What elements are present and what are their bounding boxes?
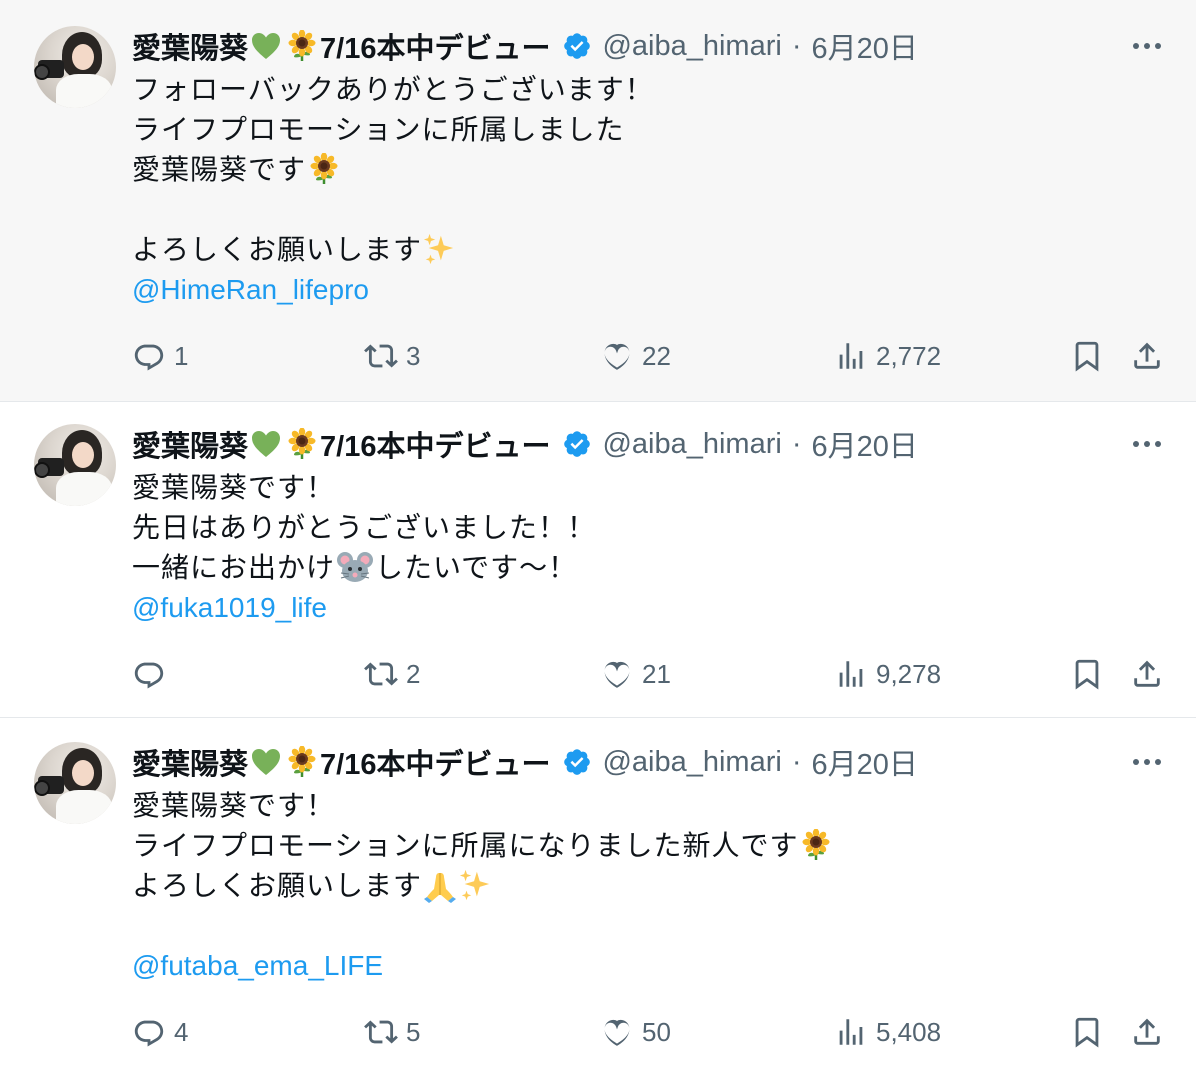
views-button[interactable]: 2,772: [834, 336, 941, 376]
sunflower-emoji: [286, 746, 318, 778]
tweet-header: 愛葉陽葵 7/16本中デビュー @aiba_himari · 6月20日: [132, 742, 918, 782]
views-icon: [834, 339, 868, 373]
green-heart-emoji: [250, 31, 282, 61]
bookmark-icon: [1070, 339, 1104, 373]
mouse-emoji: [335, 551, 375, 583]
retweet-icon: [364, 1015, 398, 1049]
reply-icon: [132, 1015, 166, 1049]
display-name-suffix[interactable]: 7/16本中デビュー: [320, 423, 550, 465]
text-line: よろしくお願いします: [132, 866, 1112, 906]
share-button[interactable]: [1130, 654, 1164, 694]
share-icon: [1130, 1015, 1164, 1049]
sparkles-emoji: [422, 232, 456, 266]
bookmark-button[interactable]: [1070, 336, 1104, 376]
tweet-header: 愛葉陽葵 7/16本中デビュー @aiba_himari · 6月20日: [132, 424, 918, 464]
tweet-header: 愛葉陽葵 7/16本中デビュー @aiba_himari · 6月20日: [132, 26, 918, 66]
retweet-button[interactable]: 3: [364, 336, 420, 376]
more-icon[interactable]: [1132, 429, 1162, 459]
text-line: 愛葉陽葵です: [132, 150, 1112, 190]
separator: ·: [791, 29, 802, 62]
display-name[interactable]: 愛葉陽葵: [132, 741, 248, 783]
handle[interactable]: @aiba_himari: [602, 428, 781, 461]
tweet-text: 愛葉陽葵です！ ライフプロモーションに所属になりました新人です よろしくお願いし…: [132, 786, 1112, 986]
text-line: 愛葉陽葵です！: [132, 472, 336, 503]
action-bar: 2 21 9,278: [132, 654, 1172, 694]
more-icon[interactable]: [1132, 747, 1162, 777]
tweet-card[interactable]: 愛葉陽葵 7/16本中デビュー @aiba_himari · 6月20日 フォロ…: [0, 0, 1196, 402]
timestamp[interactable]: 6月20日: [812, 423, 918, 465]
retweet-button[interactable]: 2: [364, 654, 420, 694]
tweet-card[interactable]: 愛葉陽葵 7/16本中デビュー @aiba_himari · 6月20日 愛葉陽…: [0, 402, 1196, 718]
reply-button[interactable]: [132, 654, 174, 694]
like-icon: [600, 657, 634, 691]
bookmark-icon: [1070, 1015, 1104, 1049]
like-icon: [600, 1015, 634, 1049]
mention-link[interactable]: @HimeRan_lifepro: [132, 270, 1112, 310]
like-button[interactable]: 22: [600, 336, 671, 376]
green-heart-emoji: [250, 747, 282, 777]
retweet-button[interactable]: 5: [364, 1012, 420, 1052]
tweet-text: フォローバックありがとうございます！ ライフプロモーションに所属しました 愛葉陽…: [132, 70, 1112, 310]
text-line: 一緒にお出かけ したいです〜！: [132, 551, 578, 583]
avatar[interactable]: [34, 742, 116, 824]
retweet-icon: [364, 657, 398, 691]
reply-button[interactable]: 1: [132, 336, 188, 376]
views-icon: [834, 1015, 868, 1049]
display-name-suffix[interactable]: 7/16本中デビュー: [320, 25, 550, 67]
mention-link[interactable]: @fuka1019_life: [132, 588, 1112, 628]
action-bar: 4 5 50 5,408: [132, 1012, 1172, 1052]
views-icon: [834, 657, 868, 691]
sunflower-emoji: [800, 829, 832, 861]
sparkles-emoji: [458, 868, 492, 902]
action-bar: 1 3 22 2,772: [132, 336, 1172, 376]
separator: ·: [791, 745, 802, 778]
more-icon[interactable]: [1132, 31, 1162, 61]
verified-badge-icon: [562, 429, 592, 459]
share-icon: [1130, 339, 1164, 373]
display-name[interactable]: 愛葉陽葵: [132, 423, 248, 465]
bookmark-button[interactable]: [1070, 654, 1104, 694]
sunflower-emoji: [308, 153, 340, 185]
share-button[interactable]: [1130, 1012, 1164, 1052]
reply-button[interactable]: 4: [132, 1012, 188, 1052]
like-button[interactable]: 50: [600, 1012, 671, 1052]
share-button[interactable]: [1130, 336, 1164, 376]
timestamp[interactable]: 6月20日: [812, 25, 918, 67]
text-line: ライフプロモーションに所属しました: [132, 114, 625, 145]
reply-icon: [132, 339, 166, 373]
folded-hands-emoji: [422, 867, 458, 903]
text-line: 先日はありがとうございました！！: [132, 512, 597, 543]
text-line: フォローバックありがとうございます！: [132, 74, 654, 105]
handle[interactable]: @aiba_himari: [602, 30, 781, 63]
text-line: 愛葉陽葵です！: [132, 790, 336, 821]
views-button[interactable]: 9,278: [834, 654, 941, 694]
text-line: よろしくお願いします: [132, 230, 1112, 270]
display-name[interactable]: 愛葉陽葵: [132, 25, 248, 67]
like-button[interactable]: 21: [600, 654, 671, 694]
handle[interactable]: @aiba_himari: [602, 746, 781, 779]
text-line: ライフプロモーションに所属になりました新人です: [132, 826, 1112, 866]
reply-icon: [132, 657, 166, 691]
bookmark-button[interactable]: [1070, 1012, 1104, 1052]
views-button[interactable]: 5,408: [834, 1012, 941, 1052]
display-name-suffix[interactable]: 7/16本中デビュー: [320, 741, 550, 783]
bookmark-icon: [1070, 657, 1104, 691]
verified-badge-icon: [562, 31, 592, 61]
timestamp[interactable]: 6月20日: [812, 741, 918, 783]
green-heart-emoji: [250, 429, 282, 459]
avatar[interactable]: [34, 424, 116, 506]
separator: ·: [791, 427, 802, 460]
mention-link[interactable]: @futaba_ema_LIFE: [132, 946, 1112, 986]
sunflower-emoji: [286, 30, 318, 62]
share-icon: [1130, 657, 1164, 691]
tweet-card[interactable]: 愛葉陽葵 7/16本中デビュー @aiba_himari · 6月20日 愛葉陽…: [0, 718, 1196, 1066]
retweet-icon: [364, 339, 398, 373]
like-icon: [600, 339, 634, 373]
sunflower-emoji: [286, 428, 318, 460]
avatar[interactable]: [34, 26, 116, 108]
tweet-text: 愛葉陽葵です！ 先日はありがとうございました！！ 一緒にお出かけ したいです〜！ …: [132, 468, 1112, 628]
verified-badge-icon: [562, 747, 592, 777]
